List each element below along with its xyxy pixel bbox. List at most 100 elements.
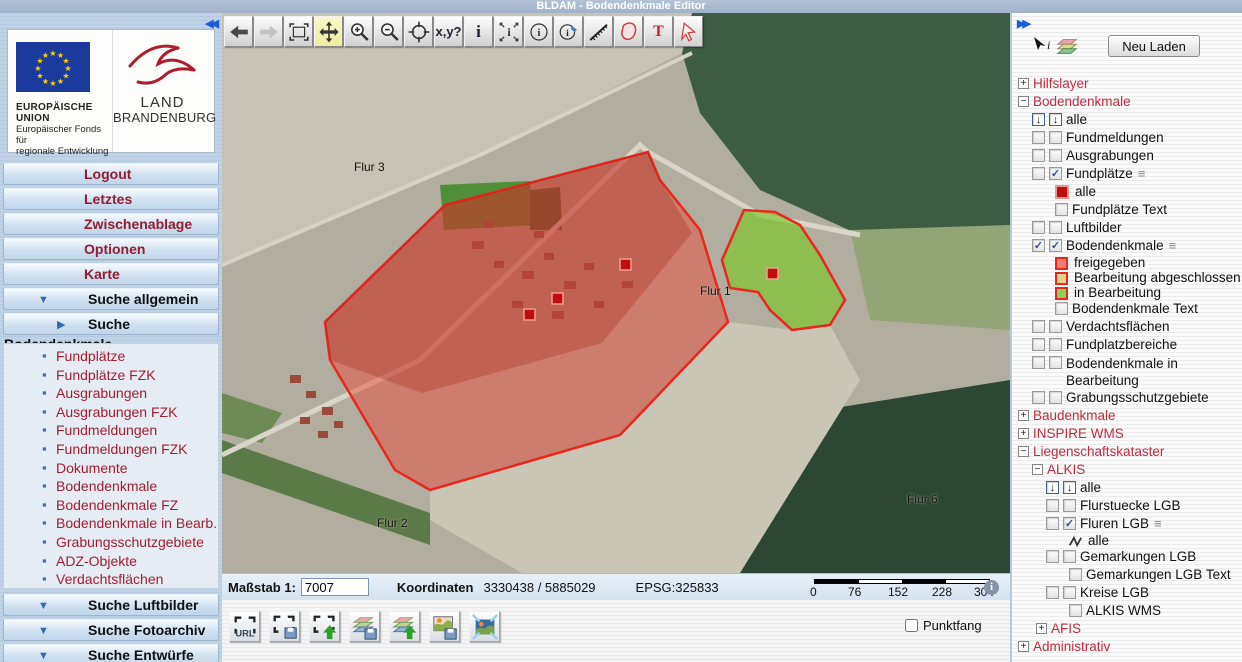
layer-group-baudenkmale[interactable]: Baudenkmale (1033, 407, 1116, 425)
zoom-out-button[interactable] (374, 16, 403, 47)
coordinate-query-button[interactable]: x,y? (434, 16, 463, 47)
identify-area-button[interactable]: i (494, 16, 523, 47)
layer-checkbox[interactable] (1055, 203, 1068, 216)
layer-checkbox[interactable] (1069, 604, 1082, 617)
layer-menu-icon[interactable] (1154, 515, 1162, 533)
layer-checkbox-checked[interactable] (1049, 239, 1062, 252)
info-button[interactable]: i (464, 16, 493, 47)
layer-group-liegenschaftskataster[interactable]: Liegenschaftskataster (1033, 443, 1164, 461)
expander-minus-icon[interactable] (1018, 96, 1029, 107)
menu-zwischenablage[interactable]: Zwischenablage (3, 213, 219, 235)
menu-logout[interactable]: Logout (3, 163, 219, 185)
layer-fundplaetze-text[interactable]: Fundplätze Text (1072, 201, 1167, 219)
layer-group-hilfslayer[interactable]: Hilfslayer (1033, 75, 1089, 93)
back-button[interactable] (224, 16, 253, 47)
search-item-bodendenkmale-in-bearb[interactable]: ▪Bodendenkmale in Bearb. (4, 514, 218, 533)
section-suche-entwuerfe[interactable]: ▼Suche Entwürfe (3, 644, 219, 662)
layer-checkbox[interactable] (1032, 221, 1045, 234)
collapse-right-panel-icon[interactable]: ▶▶ (1017, 17, 1028, 30)
layer-bodendenkmale[interactable]: Bodendenkmale (1066, 237, 1164, 255)
layer-checkbox[interactable] (1046, 499, 1059, 512)
info-edit-button[interactable]: i (554, 16, 583, 47)
layer-group-afis[interactable]: AFIS (1051, 620, 1081, 638)
layer-checkbox[interactable] (1046, 586, 1059, 599)
search-item-ausgrabungen-fzk[interactable]: ▪Ausgrabungen FZK (4, 403, 218, 422)
section-suche-bodendenkmale[interactable]: ▶ Suche Bodendenkmale (3, 313, 219, 335)
zoom-visibility-toggle[interactable] (1049, 113, 1062, 126)
expander-plus-icon[interactable] (1018, 78, 1029, 89)
layer-fundmeldungen[interactable]: Fundmeldungen (1066, 129, 1164, 147)
layer-checkbox[interactable] (1049, 356, 1062, 369)
layer-checkbox[interactable] (1069, 568, 1082, 581)
layer-checkbox[interactable] (1049, 338, 1062, 351)
layer-alkis-alle[interactable]: alle (1080, 479, 1101, 497)
layer-gemarkungen-lgb-text[interactable]: Gemarkungen LGB Text (1086, 566, 1231, 584)
menu-karte[interactable]: Karte (3, 263, 219, 285)
search-item-fundplaetze-fzk[interactable]: ▪Fundplätze FZK (4, 366, 218, 385)
export-map-button[interactable] (469, 611, 500, 642)
load-layers-button[interactable] (389, 611, 420, 642)
menu-letztes-suchergebnis[interactable]: Letztes Suchergebnis (3, 188, 219, 210)
layer-alkis-wms[interactable]: ALKIS WMS (1086, 602, 1161, 620)
layer-checkbox-checked[interactable] (1032, 239, 1045, 252)
menu-optionen[interactable]: Optionen (3, 238, 219, 260)
info-circle-button[interactable]: i (524, 16, 553, 47)
layer-checkbox[interactable] (1032, 391, 1045, 404)
scalebar-info-icon[interactable]: i (984, 580, 999, 595)
save-extent-button[interactable] (269, 611, 300, 642)
layer-grabungsschutzgebiete[interactable]: Grabungsschutzgebiete (1066, 389, 1209, 407)
layer-menu-icon[interactable] (1169, 237, 1177, 255)
layer-checkbox[interactable] (1046, 517, 1059, 530)
select-tool-button[interactable] (674, 16, 703, 47)
measure-button[interactable] (584, 16, 613, 47)
layer-luftbilder[interactable]: Luftbilder (1066, 219, 1122, 237)
search-item-fundplaetze[interactable]: ▪Fundplätze (4, 347, 218, 366)
full-extent-button[interactable] (284, 16, 313, 47)
search-item-dokumente[interactable]: ▪Dokumente (4, 459, 218, 478)
layer-checkbox[interactable] (1049, 221, 1062, 234)
layer-checkbox[interactable] (1032, 131, 1045, 144)
reload-layers-button[interactable]: Neu Laden (1108, 35, 1200, 57)
layer-group-inspire-wms[interactable]: INSPIRE WMS (1033, 425, 1124, 443)
layer-checkbox[interactable] (1049, 391, 1062, 404)
layer-checkbox[interactable] (1046, 550, 1059, 563)
search-item-ausgrabungen[interactable]: ▪Ausgrabungen (4, 384, 218, 403)
layer-fundplatzbereiche[interactable]: Fundplatzbereiche (1066, 336, 1177, 354)
center-target-button[interactable] (404, 16, 433, 47)
section-suche-fotoarchiv[interactable]: ▼Suche Fotoarchiv (3, 619, 219, 641)
load-extent-button[interactable] (309, 611, 340, 642)
layer-checkbox[interactable] (1032, 167, 1045, 180)
search-item-adz-objekte[interactable]: ▪ADZ-Objekte (4, 552, 218, 571)
layer-flurstuecke-lgb[interactable]: Flurstuecke LGB (1080, 497, 1181, 515)
layer-gemarkungen-lgb[interactable]: Gemarkungen LGB (1080, 548, 1196, 566)
layer-checkbox[interactable] (1049, 320, 1062, 333)
layer-bodendenkmale-in-bearbeitung[interactable]: Bodendenkmale in Bearbeitung (1066, 354, 1216, 389)
scale-input[interactable] (301, 578, 369, 596)
zoom-visibility-toggle[interactable] (1063, 481, 1076, 494)
expander-plus-icon[interactable] (1018, 428, 1029, 439)
pan-tool-button[interactable] (314, 16, 343, 47)
url-extent-button[interactable]: URL (229, 611, 260, 642)
layer-group-administrativ[interactable]: Administrativ (1033, 638, 1110, 656)
layer-checkbox[interactable] (1032, 149, 1045, 162)
layer-checkbox[interactable] (1032, 356, 1045, 369)
section-suche-allgemein[interactable]: ▼ Suche allgemein (3, 288, 219, 310)
layer-fluren-lgb[interactable]: Fluren LGB (1080, 515, 1149, 533)
search-item-fundmeldungen[interactable]: ▪Fundmeldungen (4, 421, 218, 440)
layer-fundplaetze[interactable]: Fundplätze (1066, 165, 1133, 183)
layer-group-bodendenkmale[interactable]: Bodendenkmale (1033, 93, 1131, 111)
search-item-fundmeldungen-fzk[interactable]: ▪Fundmeldungen FZK (4, 440, 218, 459)
zoom-visibility-toggle[interactable] (1032, 113, 1045, 126)
zoom-in-button[interactable] (344, 16, 373, 47)
search-item-grabungsschutzgebiete[interactable]: ▪Grabungsschutzgebiete (4, 533, 218, 552)
forward-button[interactable] (254, 16, 283, 47)
layer-checkbox[interactable] (1049, 131, 1062, 144)
layer-group-alkis[interactable]: ALKIS (1047, 461, 1085, 479)
layer-verdachtsflaechen[interactable]: Verdachtsflächen (1066, 318, 1170, 336)
layer-menu-icon[interactable] (1138, 165, 1146, 183)
layer-checkbox[interactable] (1032, 338, 1045, 351)
expander-minus-icon[interactable] (1018, 446, 1029, 457)
search-item-bodendenkmale[interactable]: ▪Bodendenkmale (4, 477, 218, 496)
layer-bodendenkmale-text[interactable]: Bodendenkmale Text (1072, 300, 1198, 318)
identify-layer-icon[interactable]: i (1032, 36, 1054, 56)
